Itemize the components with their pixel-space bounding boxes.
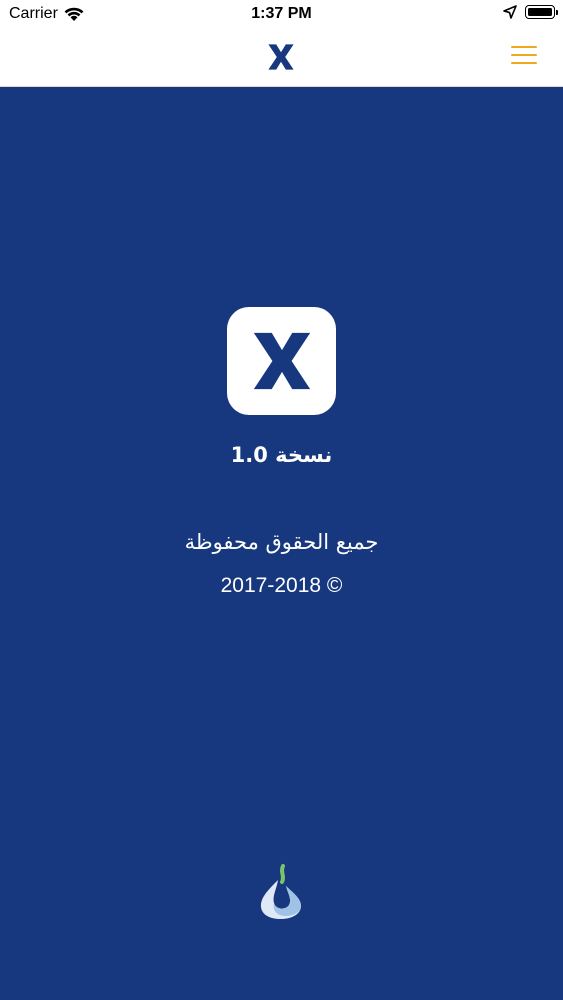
app-icon	[227, 307, 336, 415]
status-bar: Carrier 1:37 PM	[0, 0, 563, 28]
battery-icon	[525, 5, 558, 19]
status-time: 1:37 PM	[251, 5, 312, 22]
location-arrow-icon	[503, 5, 517, 19]
x-logo-icon[interactable]	[266, 42, 296, 72]
hamburger-menu-icon[interactable]	[511, 46, 537, 68]
version-label: نسخة 1.0	[230, 443, 333, 467]
flame-drop-logo-icon	[260, 864, 301, 919]
x-logo-icon	[253, 332, 310, 390]
nav-bar	[0, 28, 563, 86]
rights-label: جميع الحقوق محفوظة	[184, 530, 379, 554]
copyright-label: 2017-2018 ©	[220, 574, 343, 597]
top-bar: Carrier 1:37 PM	[0, 0, 563, 87]
status-right	[503, 5, 558, 19]
about-screen: Carrier 1:37 PM نسخة 1.0 جميع الحقوق محف…	[0, 0, 563, 1000]
